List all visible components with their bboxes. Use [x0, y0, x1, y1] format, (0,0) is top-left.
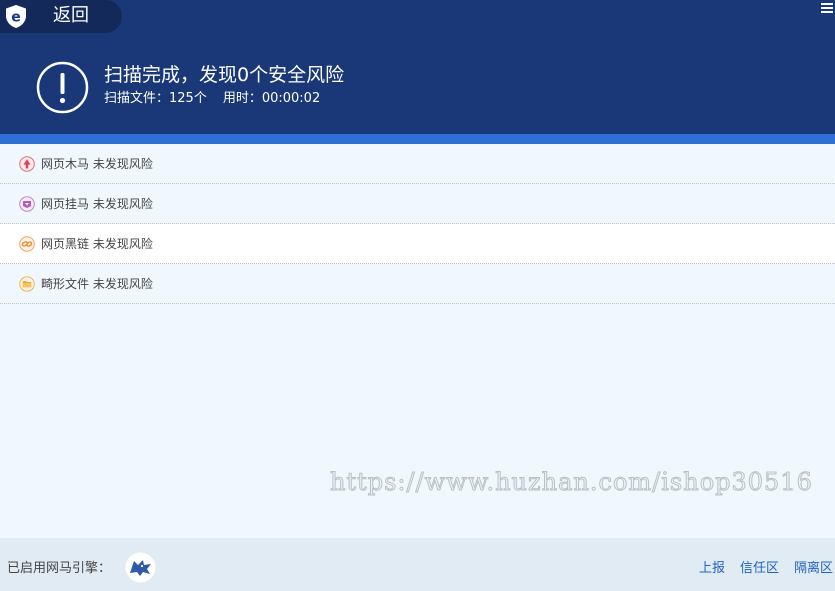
scan-results-list: 网页木马 未发现风险 网页挂马 未发现风险 网页黑链 未发现风险 畸形文件 未发…	[0, 144, 835, 304]
result-text: 网页木马 未发现风险	[41, 157, 153, 171]
result-text: 网页挂马 未发现风险	[41, 197, 153, 211]
elapsed-time: 用时：00:00:02	[222, 91, 321, 106]
footer-bar: 已启用网马引擎： 上报 信任区 隔离区	[0, 538, 835, 591]
svg-text:e: e	[11, 10, 21, 26]
result-text: 畸形文件 未发现风险	[41, 277, 153, 291]
list-item: 网页挂马 未发现风险	[0, 184, 835, 224]
quarantine-link[interactable]: 隔离区	[794, 561, 833, 576]
report-link[interactable]: 上报	[699, 561, 725, 576]
scanned-files-count: 扫描文件：125个	[104, 91, 207, 106]
back-label: 返回	[53, 5, 89, 26]
footer-links: 上报 信任区 隔离区	[684, 560, 833, 578]
watermark-text: https://www.huzhan.com/ishop30516	[330, 468, 813, 497]
trojan-icon	[19, 156, 35, 172]
scan-result-meta: 扫描文件：125个 用时：00:00:02	[104, 90, 320, 108]
exclamation-circle-icon	[36, 61, 89, 114]
result-text: 网页黑链 未发现风险	[41, 237, 153, 251]
wolf-engine-icon	[125, 552, 156, 583]
list-item: 网页木马 未发现风险	[0, 144, 835, 184]
accent-bar	[0, 134, 835, 144]
hanging-horse-icon	[19, 196, 35, 212]
hamburger-icon[interactable]	[821, 3, 833, 13]
scan-result-title: 扫描完成，发现0个安全风险	[104, 64, 345, 86]
blacklink-icon	[19, 236, 35, 252]
list-item: 畸形文件 未发现风险	[0, 264, 835, 304]
folder-icon	[19, 276, 35, 292]
header-panel: e 返回 扫描完成，发现0个安全风险 扫描文件：125个 用时：00:00:02	[0, 0, 835, 134]
trust-zone-link[interactable]: 信任区	[740, 561, 779, 576]
back-button[interactable]: e 返回	[0, 0, 122, 33]
list-item: 网页黑链 未发现风险	[0, 224, 835, 264]
shield-e-logo-icon: e	[6, 5, 26, 28]
engine-label: 已启用网马引擎：	[7, 561, 112, 576]
